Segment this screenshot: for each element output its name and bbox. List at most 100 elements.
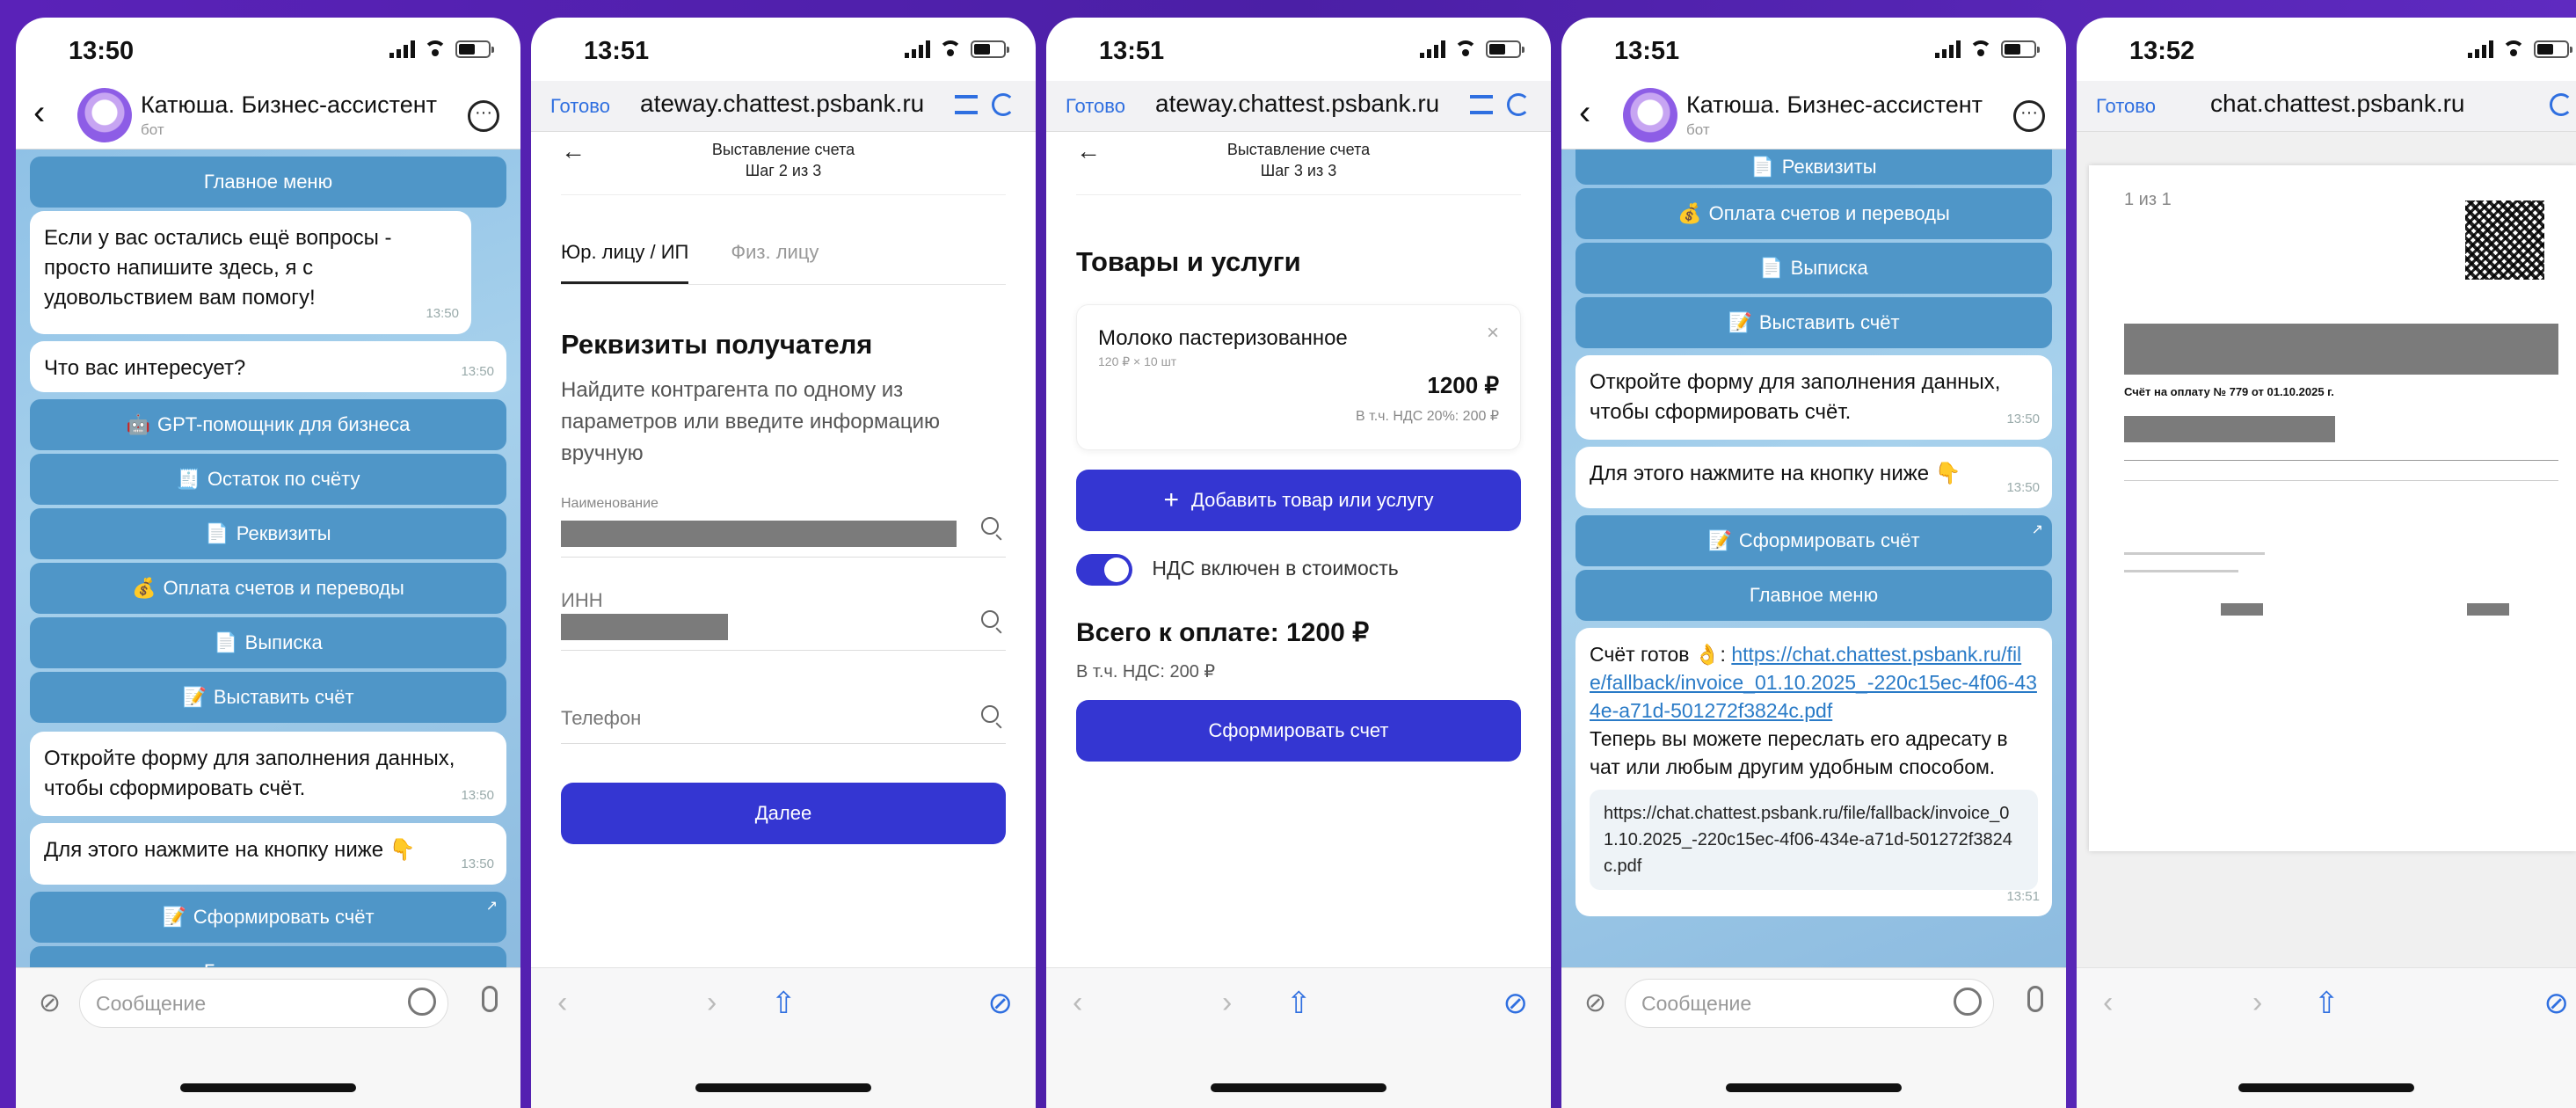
message-text: Для этого нажмите на кнопку ниже [1590, 462, 1930, 485]
wifi-icon [1454, 40, 1477, 58]
chat-subtitle: бот [141, 121, 164, 138]
section-heading: Реквизиты получателя [561, 329, 873, 360]
back-icon[interactable]: ‹ [33, 93, 45, 133]
more-icon[interactable]: ··· [468, 100, 499, 132]
home-area [2077, 1038, 2576, 1108]
total-vat: В т.ч. НДС: 200 ₽ [1076, 662, 1216, 682]
back-nav-icon[interactable]: ‹ [557, 986, 567, 1020]
microphone-icon[interactable] [482, 986, 498, 1012]
compass-icon[interactable]: ⊘ [988, 986, 1014, 1021]
close-icon[interactable]: × [1487, 321, 1499, 346]
back-arrow-icon[interactable]: ← [561, 139, 586, 164]
forward-nav-icon[interactable]: › [707, 986, 717, 1020]
browser-bar: Готово chat.chattest.psbank.ru [2077, 81, 2576, 132]
attach-icon[interactable]: ⊘ [1584, 988, 1606, 1018]
share-icon[interactable]: ⇧ [1286, 986, 1312, 1021]
forward-nav-icon[interactable]: › [2252, 986, 2262, 1020]
reload-icon[interactable] [2550, 93, 2572, 116]
statement-button[interactable]: 📄 Выписка [30, 617, 506, 668]
requisites-button[interactable]: 📄 Реквизиты [1575, 149, 2052, 185]
share-icon[interactable]: ⇧ [2314, 986, 2340, 1021]
inn-field[interactable]: ИНН [561, 589, 1006, 651]
compass-icon[interactable]: ⊘ [1503, 986, 1529, 1021]
done-button[interactable]: Готово [1066, 95, 1125, 118]
back-icon[interactable]: ‹ [1579, 93, 1590, 133]
tabs-icon[interactable] [1470, 95, 1493, 114]
form-header: ← Выставление счета Шаг 3 из 3 [1076, 132, 1521, 195]
pdf-page: 1 из 1 Счёт на оплату № 779 от 01.10.202… [2089, 165, 2576, 851]
message-input[interactable]: Сообщение [79, 979, 448, 1028]
done-button[interactable]: Готово [2096, 95, 2156, 118]
search-icon[interactable] [981, 517, 999, 535]
main-menu-button[interactable]: Главное меню [1575, 570, 2052, 621]
redacted-value [561, 614, 728, 640]
compass-icon[interactable]: ⊘ [2544, 986, 2570, 1021]
chat-title[interactable]: Катюша. Бизнес-ассистент [1686, 91, 1983, 119]
message-text: Откройте форму для заполнения данных, чт… [1590, 370, 2001, 424]
status-bar: 13:51 [1046, 18, 1551, 81]
name-field[interactable]: Наименование [561, 496, 1006, 558]
main-menu-button[interactable]: Главное меню [30, 157, 506, 208]
url-label: chat.chattest.psbank.ru [2210, 90, 2465, 117]
balance-button[interactable]: 🧾 Остаток по счёту [30, 454, 506, 505]
phone-field[interactable]: Телефон [561, 695, 1006, 744]
vat-toggle[interactable] [1076, 554, 1132, 586]
section-hint: Найдите контрагента по одному из парамет… [561, 378, 940, 465]
forward-nav-icon[interactable]: › [1222, 986, 1232, 1020]
item-card[interactable]: Молоко пастеризованное 120 ₽ × 10 шт 120… [1076, 304, 1521, 450]
tabs-icon[interactable] [955, 95, 978, 114]
make-invoice-button[interactable]: 📝 Сформировать счёт ↗ [30, 892, 506, 943]
home-area [1046, 1038, 1551, 1108]
message-input[interactable]: Сообщение [1625, 979, 1994, 1028]
chat-title[interactable]: Катюша. Бизнес-ассистент [141, 91, 437, 119]
back-nav-icon[interactable]: ‹ [1073, 986, 1082, 1020]
search-icon[interactable] [981, 705, 999, 723]
done-button[interactable]: Готово [550, 95, 610, 118]
point-down-icon: 👇 [1934, 462, 1961, 485]
payments-button[interactable]: 💰 Оплата счетов и переводы [1575, 188, 2052, 239]
invoice-button[interactable]: 📝 Выставить счёт [1575, 297, 2052, 348]
form-title: Выставление счета [1226, 141, 1371, 158]
form-title: Выставление счета [711, 141, 855, 158]
attach-icon[interactable]: ⊘ [39, 988, 61, 1018]
tab-legal[interactable]: Юр. лицу / ИП [561, 241, 689, 284]
back-arrow-icon[interactable]: ← [1076, 139, 1101, 164]
message-text: Теперь вы можете переслать его адресату … [1590, 727, 2008, 778]
link-preview[interactable]: https://chat.chattest.psbank.ru/file/fal… [1590, 790, 2038, 890]
avatar[interactable] [1623, 88, 1677, 142]
gpt-helper-button[interactable]: 🤖 GPT-помощник для бизнеса [30, 399, 506, 450]
payments-button[interactable]: 💰 Оплата счетов и переводы [30, 563, 506, 614]
chat-header: ‹ Катюша. Бизнес-ассистент бот ··· [1561, 81, 2066, 149]
make-invoice-button[interactable]: Сформировать счет [1076, 700, 1521, 762]
button-label: Реквизиты [236, 522, 331, 544]
add-item-button[interactable]: + Добавить товар или услугу [1076, 470, 1521, 531]
tab-person[interactable]: Физ. лицу [731, 241, 819, 284]
status-bar: 13:51 [1561, 18, 2066, 81]
document-icon: 📄 [214, 631, 238, 653]
chat-header: ‹ Катюша. Бизнес-ассистент бот ··· [16, 81, 520, 149]
reload-icon[interactable] [1507, 93, 1530, 116]
back-nav-icon[interactable]: ‹ [2103, 986, 2113, 1020]
microphone-icon[interactable] [2027, 986, 2043, 1012]
statement-button[interactable]: 📄 Выписка [1575, 243, 2052, 294]
share-icon[interactable]: ⇧ [771, 986, 797, 1021]
battery-icon [2001, 40, 2040, 58]
search-icon[interactable] [981, 610, 999, 628]
reload-icon[interactable] [992, 93, 1015, 116]
message-bubble: Для этого нажмите на кнопку ниже 👇 13:50 [30, 823, 506, 885]
money-bag-icon: 💰 [1677, 202, 1702, 224]
more-icon[interactable]: ··· [2013, 100, 2045, 132]
recipient-tabs: Юр. лицу / ИП Физ. лицу [561, 241, 1006, 285]
emoji-icon[interactable] [408, 988, 436, 1016]
invoice-button[interactable]: 📝 Выставить счёт [30, 672, 506, 723]
field-label: Наименование [561, 496, 659, 511]
button-label: Остаток по счёту [207, 468, 360, 490]
button-label: Реквизиты [1781, 156, 1877, 178]
emoji-icon[interactable] [1954, 988, 1982, 1016]
message-bubble: Откройте форму для заполнения данных, чт… [1575, 355, 2052, 440]
requisites-button[interactable]: 📄 Реквизиты [30, 508, 506, 559]
avatar[interactable] [77, 88, 132, 142]
make-invoice-button[interactable]: 📝 Сформировать счёт ↗ [1575, 515, 2052, 566]
redacted-value [561, 521, 957, 547]
next-button[interactable]: Далее [561, 783, 1006, 844]
